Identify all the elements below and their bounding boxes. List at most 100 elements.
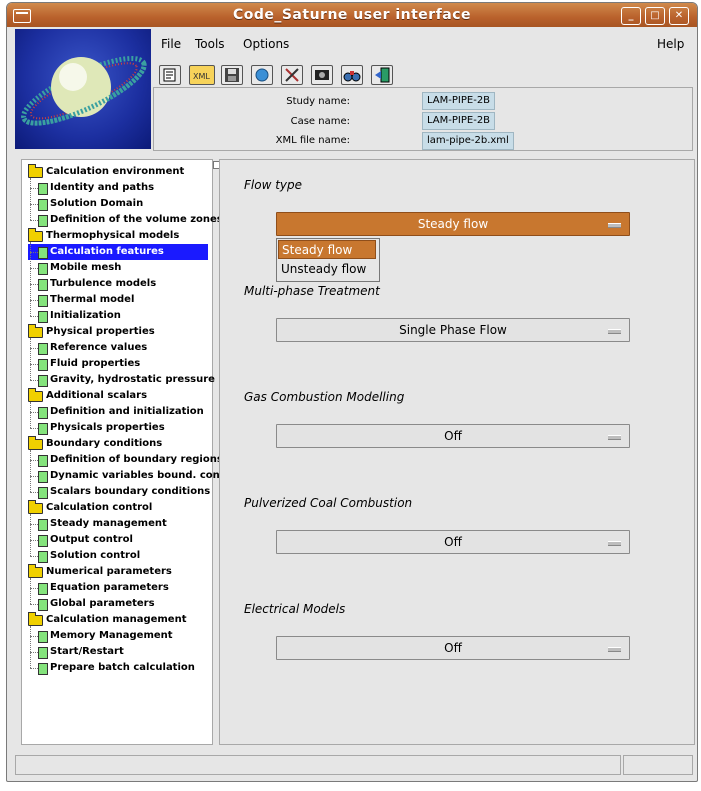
save-icon[interactable] bbox=[221, 65, 243, 85]
menu-options[interactable]: Options bbox=[243, 37, 289, 51]
tree-connector bbox=[30, 652, 38, 653]
tree-item[interactable]: Reference values bbox=[28, 340, 147, 356]
tree-connector bbox=[30, 204, 38, 205]
maximize-icon[interactable]: □ bbox=[645, 7, 665, 25]
tree-item[interactable]: Thermal model bbox=[28, 292, 134, 308]
tree-connector bbox=[30, 460, 38, 461]
tree-section[interactable]: Calculation control bbox=[26, 500, 152, 516]
tree-section-label: Additional scalars bbox=[46, 390, 148, 401]
tree-item[interactable]: Steady management bbox=[28, 516, 167, 532]
svg-text:XML: XML bbox=[193, 72, 210, 81]
tree-item[interactable]: Physicals properties bbox=[28, 420, 165, 436]
title-bar[interactable]: Code_Saturne user interface _ □ ✕ bbox=[7, 3, 697, 27]
tree-item[interactable]: Definition of the volume zones bbox=[28, 212, 223, 228]
tree-section[interactable]: Physical properties bbox=[26, 324, 155, 340]
menu-file[interactable]: File bbox=[161, 37, 181, 51]
tree-section[interactable]: Calculation environment bbox=[26, 164, 184, 180]
tree-item-label: Equation parameters bbox=[50, 582, 169, 593]
close-icon[interactable]: ✕ bbox=[669, 7, 689, 25]
document-icon bbox=[38, 519, 48, 531]
tree-item-label: Fluid properties bbox=[50, 358, 141, 369]
refresh-icon[interactable] bbox=[251, 65, 273, 85]
tree-item[interactable]: Output control bbox=[28, 532, 133, 548]
document-icon bbox=[38, 487, 48, 499]
video-icon[interactable] bbox=[311, 65, 333, 85]
tree-item[interactable]: Fluid properties bbox=[28, 356, 140, 372]
tree-section[interactable]: Calculation management bbox=[26, 612, 187, 628]
multiphase-value: Single Phase Flow bbox=[399, 323, 507, 337]
menu-tools[interactable]: Tools bbox=[195, 37, 225, 51]
tree-connector bbox=[30, 380, 38, 381]
multiphase-title: Multi-phase Treatment bbox=[244, 284, 380, 298]
tree-item[interactable]: Global parameters bbox=[28, 596, 155, 612]
document-icon bbox=[38, 647, 48, 659]
tree-item[interactable]: Initialization bbox=[28, 308, 121, 324]
tree-item[interactable]: Prepare batch calculation bbox=[28, 660, 195, 676]
tree-item[interactable]: Definition of boundary regions bbox=[28, 452, 223, 468]
tree-item[interactable]: Definition and initialization bbox=[28, 404, 204, 420]
tools-icon[interactable] bbox=[281, 65, 303, 85]
tree-connector bbox=[30, 252, 38, 253]
tree-item[interactable]: Calculation features bbox=[28, 244, 208, 260]
document-icon bbox=[38, 263, 48, 275]
flow-type-value: Steady flow bbox=[417, 217, 489, 231]
folder-open-icon bbox=[28, 564, 43, 578]
tree-connector bbox=[30, 524, 38, 525]
tree-item[interactable]: Solution control bbox=[28, 548, 140, 564]
gas-combustion-select[interactable]: Off bbox=[276, 424, 630, 448]
tree-section[interactable]: Additional scalars bbox=[26, 388, 147, 404]
minimize-icon[interactable]: _ bbox=[621, 7, 641, 25]
tree-section[interactable]: Boundary conditions bbox=[26, 436, 162, 452]
tree-section-label: Calculation control bbox=[46, 502, 153, 513]
electrical-select[interactable]: Off bbox=[276, 636, 630, 660]
tree-item[interactable]: Identity and paths bbox=[28, 180, 154, 196]
electrical-value: Off bbox=[444, 641, 462, 655]
tree-section-label: Calculation management bbox=[46, 614, 187, 625]
tree-connector bbox=[30, 242, 31, 316]
binoculars-icon[interactable] bbox=[341, 65, 363, 85]
gas-combustion-title: Gas Combustion Modelling bbox=[244, 390, 405, 404]
navigation-tree[interactable]: Calculation environment Identity and path… bbox=[21, 159, 231, 745]
menu-bar: File Tools Options Help bbox=[153, 29, 693, 59]
flow-option-steady[interactable]: Steady flow bbox=[278, 240, 376, 259]
tree-item[interactable]: Scalars boundary conditions bbox=[28, 484, 210, 500]
document-icon bbox=[38, 311, 48, 323]
tree-item-label: Calculation features bbox=[50, 246, 164, 257]
tree-connector bbox=[30, 492, 38, 493]
tree-item-label: Thermal model bbox=[50, 294, 135, 305]
coal-combustion-value: Off bbox=[444, 535, 462, 549]
tree-item[interactable]: Solution Domain bbox=[28, 196, 143, 212]
tree-section[interactable]: Numerical parameters bbox=[26, 564, 172, 580]
tree-item[interactable]: Start/Restart bbox=[28, 644, 124, 660]
tree-connector bbox=[30, 348, 38, 349]
calculation-features-panel: Flow type Steady flow Steady flow Unstea… bbox=[219, 159, 695, 745]
document-icon bbox=[38, 471, 48, 483]
flow-type-title: Flow type bbox=[244, 178, 303, 192]
tree-connector bbox=[30, 588, 38, 589]
menu-help[interactable]: Help bbox=[657, 37, 684, 51]
document-icon bbox=[38, 551, 48, 563]
open-xml-icon[interactable]: XML bbox=[189, 65, 215, 85]
tree-section-label: Calculation environment bbox=[46, 166, 185, 177]
flow-type-select[interactable]: Steady flow bbox=[276, 212, 630, 236]
exit-icon[interactable] bbox=[371, 65, 393, 85]
tree-item[interactable]: Memory Management bbox=[28, 628, 173, 644]
dropdown-arrow-icon bbox=[608, 223, 621, 228]
tree-item-label: Steady management bbox=[50, 518, 167, 529]
multiphase-select[interactable]: Single Phase Flow bbox=[276, 318, 630, 342]
tree-item[interactable]: Mobile mesh bbox=[28, 260, 121, 276]
tree-section-label: Boundary conditions bbox=[46, 438, 163, 449]
tree-item-label: Identity and paths bbox=[50, 182, 155, 193]
tree-item[interactable]: Equation parameters bbox=[28, 580, 169, 596]
tree-item[interactable]: Dynamic variables bound. cond. bbox=[28, 468, 231, 484]
tree-connector bbox=[30, 188, 38, 189]
tree-section[interactable]: Thermophysical models bbox=[26, 228, 179, 244]
tree-item-label: Solution Domain bbox=[50, 198, 144, 209]
tree-item[interactable]: Gravity, hydrostatic pressure bbox=[28, 372, 215, 388]
document-icon bbox=[38, 199, 48, 211]
tree-item[interactable]: Turbulence models bbox=[28, 276, 156, 292]
flow-option-unsteady[interactable]: Unsteady flow bbox=[278, 260, 376, 279]
tree-item-label: Start/Restart bbox=[50, 646, 124, 657]
new-file-icon[interactable] bbox=[159, 65, 181, 85]
coal-combustion-select[interactable]: Off bbox=[276, 530, 630, 554]
